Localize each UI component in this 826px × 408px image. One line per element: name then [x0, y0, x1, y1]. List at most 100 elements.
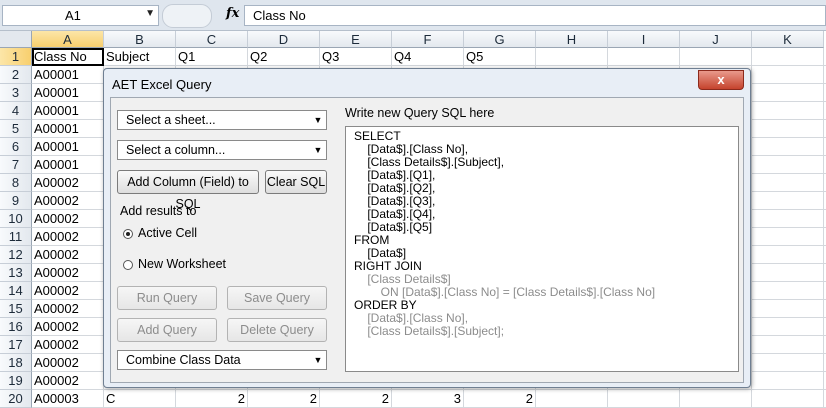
sheet-select-value: Select a sheet...: [126, 113, 216, 127]
cell-a13[interactable]: A00002: [32, 264, 104, 282]
cell-a14[interactable]: A00002: [32, 282, 104, 300]
cell-g1[interactable]: Q5: [464, 48, 536, 66]
formula-bar-divider: [162, 4, 212, 28]
column-header-k[interactable]: K: [752, 31, 824, 48]
close-icon: x: [717, 72, 725, 87]
cell-b1[interactable]: Subject: [104, 48, 176, 66]
add-query-button[interactable]: Add Query: [117, 318, 217, 342]
cell-f20[interactable]: 3: [392, 390, 464, 408]
column-header-a[interactable]: A: [32, 31, 104, 48]
cell-a7[interactable]: A00001: [32, 156, 104, 174]
cell-c1[interactable]: Q1: [176, 48, 248, 66]
chevron-down-icon[interactable]: ▼: [145, 8, 155, 19]
cell-b20[interactable]: C: [104, 390, 176, 408]
delete-query-button[interactable]: Delete Query: [227, 318, 327, 342]
row-header-6[interactable]: 6: [0, 138, 32, 156]
query-select-value: Combine Class Data: [126, 353, 241, 367]
cell-a16[interactable]: A00002: [32, 318, 104, 336]
cell-a9[interactable]: A00002: [32, 192, 104, 210]
query-dialog: AET Excel Query x Select a sheet... ▼ Se…: [103, 68, 751, 388]
cell-a10[interactable]: A00002: [32, 210, 104, 228]
insert-function-icon[interactable]: fx: [226, 6, 239, 21]
cell-g20[interactable]: 2: [464, 390, 536, 408]
cell-a20[interactable]: A00003: [32, 390, 104, 408]
row-header-7[interactable]: 7: [0, 156, 32, 174]
row-header-1[interactable]: 1: [0, 48, 32, 66]
column-header-b[interactable]: B: [104, 31, 176, 48]
cell-a6[interactable]: A00001: [32, 138, 104, 156]
column-header-j[interactable]: J: [680, 31, 752, 48]
row-header-12[interactable]: 12: [0, 246, 32, 264]
column-header-d[interactable]: D: [248, 31, 320, 48]
column-header-e[interactable]: E: [320, 31, 392, 48]
add-column-button[interactable]: Add Column (Field) to SQL: [117, 170, 259, 211]
column-header-f[interactable]: F: [392, 31, 464, 48]
cell-a11[interactable]: A00002: [32, 228, 104, 246]
close-button[interactable]: x: [698, 70, 744, 90]
radio-new-worksheet[interactable]: [123, 260, 133, 270]
row-header-14[interactable]: 14: [0, 282, 32, 300]
row-header-16[interactable]: 16: [0, 318, 32, 336]
row-header-18[interactable]: 18: [0, 354, 32, 372]
cell-d1[interactable]: Q2: [248, 48, 320, 66]
name-box-value: A1: [65, 8, 81, 23]
cell-e1[interactable]: Q3: [320, 48, 392, 66]
column-header-g[interactable]: G: [464, 31, 536, 48]
row-header-15[interactable]: 15: [0, 300, 32, 318]
sql-line: [Class Details$].[Subject];: [354, 324, 505, 338]
run-query-button[interactable]: Run Query: [117, 286, 217, 310]
row-header-20[interactable]: 20: [0, 390, 32, 408]
cell-a15[interactable]: A00002: [32, 300, 104, 318]
radio-active-cell-label[interactable]: Active Cell: [138, 226, 197, 240]
dialog-body: Select a sheet... ▼ Select a column... ▼…: [110, 97, 744, 383]
sheet-select[interactable]: Select a sheet... ▼: [117, 110, 327, 130]
row-header-4[interactable]: 4: [0, 102, 32, 120]
chevron-down-icon: ▼: [313, 355, 323, 365]
row-header-5[interactable]: 5: [0, 120, 32, 138]
row-header-8[interactable]: 8: [0, 174, 32, 192]
cell-a8[interactable]: A00002: [32, 174, 104, 192]
formula-value: Class No: [253, 8, 306, 23]
column-select[interactable]: Select a column... ▼: [117, 140, 327, 160]
row-header-10[interactable]: 10: [0, 210, 32, 228]
row-header-13[interactable]: 13: [0, 264, 32, 282]
column-select-value: Select a column...: [126, 143, 226, 157]
save-query-button[interactable]: Save Query: [227, 286, 327, 310]
sql-label: Write new Query SQL here: [345, 106, 495, 120]
cell-e20[interactable]: 2: [320, 390, 392, 408]
row-header-9[interactable]: 9: [0, 192, 32, 210]
name-box[interactable]: A1 ▼: [2, 5, 159, 26]
cell-a2[interactable]: A00001: [32, 66, 104, 84]
chevron-down-icon: ▼: [313, 115, 323, 125]
row-header-17[interactable]: 17: [0, 336, 32, 354]
row-header-11[interactable]: 11: [0, 228, 32, 246]
cell-a18[interactable]: A00002: [32, 354, 104, 372]
chevron-down-icon: ▼: [313, 145, 323, 155]
row-header-3[interactable]: 3: [0, 84, 32, 102]
sql-editor[interactable]: SELECT [Data$].[Class No], [Class Detail…: [345, 126, 739, 372]
cell-a3[interactable]: A00001: [32, 84, 104, 102]
cell-d20[interactable]: 2: [248, 390, 320, 408]
cell-f1[interactable]: Q4: [392, 48, 464, 66]
cell-a4[interactable]: A00001: [32, 102, 104, 120]
column-header-i[interactable]: I: [608, 31, 680, 48]
cell-c20[interactable]: 2: [176, 390, 248, 408]
select-all-corner[interactable]: [0, 31, 32, 48]
clear-sql-button[interactable]: Clear SQL: [265, 170, 327, 194]
add-results-label: Add results to: [120, 204, 197, 218]
column-header-h[interactable]: H: [536, 31, 608, 48]
active-cell-border: [32, 48, 104, 66]
cell-a12[interactable]: A00002: [32, 246, 104, 264]
cell-a5[interactable]: A00001: [32, 120, 104, 138]
row-header-19[interactable]: 19: [0, 372, 32, 390]
column-header-c[interactable]: C: [176, 31, 248, 48]
formula-input[interactable]: Class No: [244, 5, 826, 26]
radio-new-worksheet-label[interactable]: New Worksheet: [138, 257, 226, 271]
query-select[interactable]: Combine Class Data ▼: [117, 350, 327, 370]
cell-a19[interactable]: A00002: [32, 372, 104, 390]
formula-bar: A1 ▼ fx Class No: [0, 0, 826, 31]
radio-active-cell[interactable]: [123, 229, 133, 239]
row-header-2[interactable]: 2: [0, 66, 32, 84]
dialog-title: AET Excel Query: [112, 77, 212, 92]
cell-a17[interactable]: A00002: [32, 336, 104, 354]
